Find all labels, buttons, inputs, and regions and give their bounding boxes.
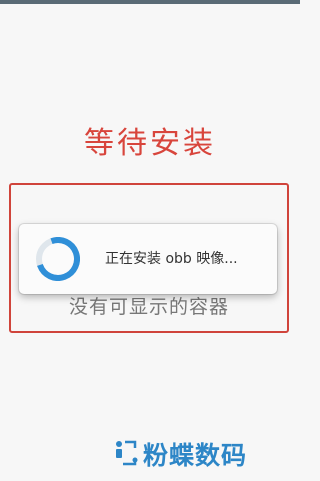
watermark-text: 粉蝶数码 xyxy=(143,441,248,470)
install-progress-dialog: 正在安装 obb 映像... xyxy=(19,224,277,294)
empty-container-message: 没有可显示的容器 xyxy=(68,296,229,318)
status-bar xyxy=(0,0,300,4)
page-title: 等待安装 xyxy=(84,126,216,161)
watermark-logo-icon xyxy=(116,440,138,466)
loading-spinner-icon xyxy=(36,237,80,281)
install-status-text: 正在安装 obb 映像... xyxy=(105,251,238,267)
watermark: 粉蝶数码 xyxy=(113,436,293,472)
